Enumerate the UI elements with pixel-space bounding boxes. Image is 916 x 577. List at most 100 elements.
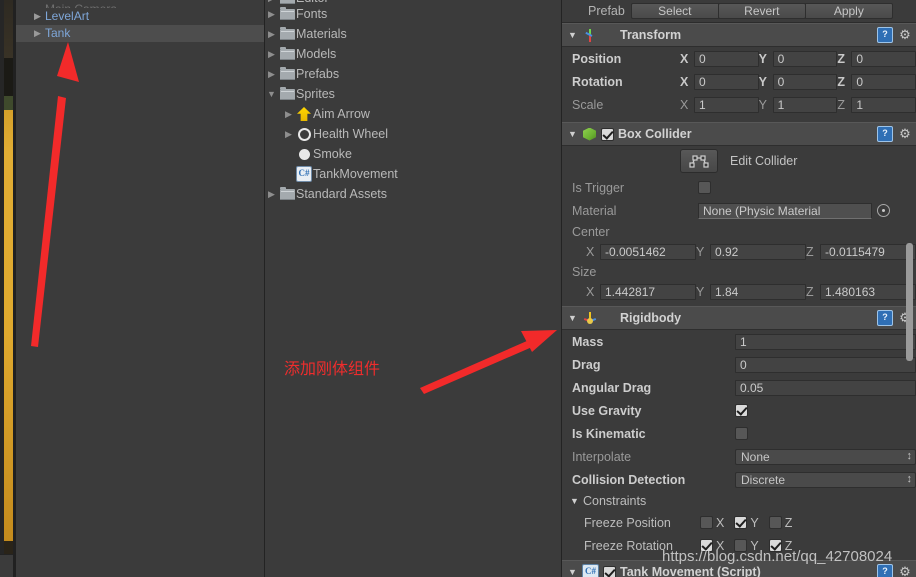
scale-z[interactable]: Z1 <box>837 96 916 113</box>
rotation-z-field[interactable]: 0 <box>851 73 916 90</box>
chevron-right-icon[interactable]: ▶ <box>34 25 45 42</box>
scale-y-field[interactable]: 1 <box>772 96 838 113</box>
hierarchy-item-main-camera[interactable]: Main Camera <box>16 0 264 8</box>
chevron-right-icon[interactable]: ▶ <box>34 8 45 25</box>
is-trigger-row: Is Trigger <box>562 176 916 199</box>
chevron-down-icon[interactable]: ▼ <box>568 30 582 40</box>
center-z-field[interactable]: -0.0115479 <box>820 243 916 260</box>
interpolate-dropdown[interactable]: None <box>735 448 916 465</box>
transform-title: Transform <box>620 28 682 42</box>
center-x[interactable]: X -0.0051462 <box>586 243 696 260</box>
hierarchy-item-label: LevelArt <box>45 9 90 23</box>
center-z[interactable]: Z -0.0115479 <box>806 243 916 260</box>
transform-component-header[interactable]: ▼ Transform ? ⚙ <box>562 23 916 47</box>
scale-z-field[interactable]: 1 <box>851 96 916 113</box>
freeze-position-y-checkbox[interactable] <box>734 516 748 529</box>
axis-z-label: Z <box>806 284 814 299</box>
position-z-field[interactable]: 0 <box>851 50 916 67</box>
chevron-right-icon[interactable]: ▶ <box>265 4 278 24</box>
gear-icon[interactable]: ⚙ <box>898 28 912 42</box>
rotation-x-field[interactable]: 0 <box>694 73 759 90</box>
position-y[interactable]: Y0 <box>759 50 838 67</box>
interpolate-row: Interpolate None <box>562 445 916 468</box>
box-collider-enabled-checkbox[interactable] <box>601 127 614 141</box>
collision-detection-dropdown[interactable]: Discrete <box>735 471 916 488</box>
center-x-field[interactable]: -0.0051462 <box>600 243 696 260</box>
angular-drag-field[interactable]: 0.05 <box>735 379 916 396</box>
position-z[interactable]: Z0 <box>837 50 916 67</box>
help-icon[interactable]: ? <box>877 310 893 326</box>
project-item-standard-assets[interactable]: ▶ Standard Assets <box>265 184 561 204</box>
center-y[interactable]: Y 0.92 <box>696 243 806 260</box>
rigidbody-component-header[interactable]: ▼ Rigidbody ? ⚙ <box>562 306 916 330</box>
scale-x[interactable]: X1 <box>680 96 759 113</box>
is-kinematic-checkbox[interactable] <box>735 427 748 440</box>
chevron-right-icon[interactable]: ▶ <box>282 104 295 124</box>
prefab-select-button[interactable]: Select <box>630 3 719 19</box>
rotation-y-field[interactable]: 0 <box>772 73 838 90</box>
gear-icon[interactable]: ⚙ <box>898 565 912 577</box>
project-item-health-wheel[interactable]: ▶ Health Wheel <box>265 124 561 144</box>
constraints-foldout[interactable]: ▼ Constraints <box>562 491 916 511</box>
project-item-fonts[interactable]: ▶ Fonts <box>265 4 561 24</box>
chevron-down-icon[interactable]: ▼ <box>568 129 582 139</box>
box-collider-header-actions: ? ⚙ <box>877 126 912 142</box>
project-item-aim-arrow[interactable]: ▶ Aim Arrow <box>265 104 561 124</box>
project-item-materials[interactable]: ▶ Materials <box>265 24 561 44</box>
freeze-position-z-checkbox[interactable] <box>768 516 782 529</box>
prefab-apply-button[interactable]: Apply <box>804 3 893 19</box>
chevron-right-icon[interactable]: ▶ <box>282 124 295 144</box>
watermark-text: https://blog.csdn.net/qq_42708024 <box>662 548 893 565</box>
size-z[interactable]: Z 1.480163 <box>806 283 916 300</box>
chevron-down-icon[interactable]: ▼ <box>265 84 278 104</box>
size-x-field[interactable]: 1.442817 <box>600 283 696 300</box>
help-icon[interactable]: ? <box>877 126 893 142</box>
axis-z-label: Z <box>837 74 845 89</box>
help-icon[interactable]: ? <box>877 27 893 43</box>
gear-icon[interactable]: ⚙ <box>898 127 912 141</box>
center-y-field[interactable]: 0.92 <box>710 243 806 260</box>
rotation-x[interactable]: X0 <box>680 73 759 90</box>
project-item-label: TankMovement <box>313 167 398 181</box>
help-icon[interactable]: ? <box>877 564 893 577</box>
is-kinematic-label: Is Kinematic <box>572 426 646 441</box>
position-x[interactable]: X0 <box>680 50 759 67</box>
drag-field[interactable]: 0 <box>735 356 916 373</box>
chevron-right-icon[interactable]: ▶ <box>265 184 278 204</box>
use-gravity-checkbox[interactable] <box>735 404 748 417</box>
material-object-field[interactable]: None (Physic Material <box>698 202 872 219</box>
project-item-tankmovement[interactable]: ▶ C# TankMovement <box>265 164 561 184</box>
box-collider-component-header[interactable]: ▼ Box Collider ? ⚙ <box>562 122 916 146</box>
scale-x-field[interactable]: 1 <box>694 96 759 113</box>
rotation-z[interactable]: Z0 <box>837 73 916 90</box>
size-y-field[interactable]: 1.84 <box>710 283 806 300</box>
size-x[interactable]: X 1.442817 <box>586 283 696 300</box>
position-y-field[interactable]: 0 <box>772 50 838 67</box>
position-label: Position <box>572 51 622 66</box>
object-picker-icon[interactable] <box>877 204 890 217</box>
chevron-down-icon[interactable]: ▼ <box>568 313 582 323</box>
project-item-models[interactable]: ▶ Models <box>265 44 561 64</box>
chevron-right-icon[interactable]: ▶ <box>265 64 278 84</box>
hierarchy-item-levelart[interactable]: ▶ LevelArt <box>16 8 264 25</box>
is-trigger-checkbox[interactable] <box>698 181 711 194</box>
chevron-right-icon[interactable]: ▶ <box>265 44 278 64</box>
inspector-scrollbar[interactable] <box>906 243 913 361</box>
position-x-field[interactable]: 0 <box>694 50 759 67</box>
project-item-sprites[interactable]: ▼ Sprites <box>265 84 561 104</box>
chevron-down-icon[interactable]: ▼ <box>570 496 583 506</box>
chevron-right-icon[interactable]: ▶ <box>265 24 278 44</box>
rotation-y[interactable]: Y0 <box>759 73 838 90</box>
mass-field[interactable]: 1 <box>735 333 916 350</box>
size-z-field[interactable]: 1.480163 <box>820 283 916 300</box>
tank-movement-enabled-checkbox[interactable] <box>603 565 616 577</box>
scale-y[interactable]: Y1 <box>759 96 838 113</box>
freeze-position-x-checkbox[interactable] <box>700 516 713 529</box>
size-y[interactable]: Y 1.84 <box>696 283 806 300</box>
project-item-prefabs[interactable]: ▶ Prefabs <box>265 64 561 84</box>
chevron-down-icon[interactable]: ▼ <box>568 567 582 577</box>
hierarchy-item-tank[interactable]: ▶ Tank <box>16 25 264 42</box>
project-item-smoke[interactable]: ▶ Smoke <box>265 144 561 164</box>
prefab-revert-button[interactable]: Revert <box>717 3 806 19</box>
edit-collider-button[interactable] <box>680 149 718 173</box>
